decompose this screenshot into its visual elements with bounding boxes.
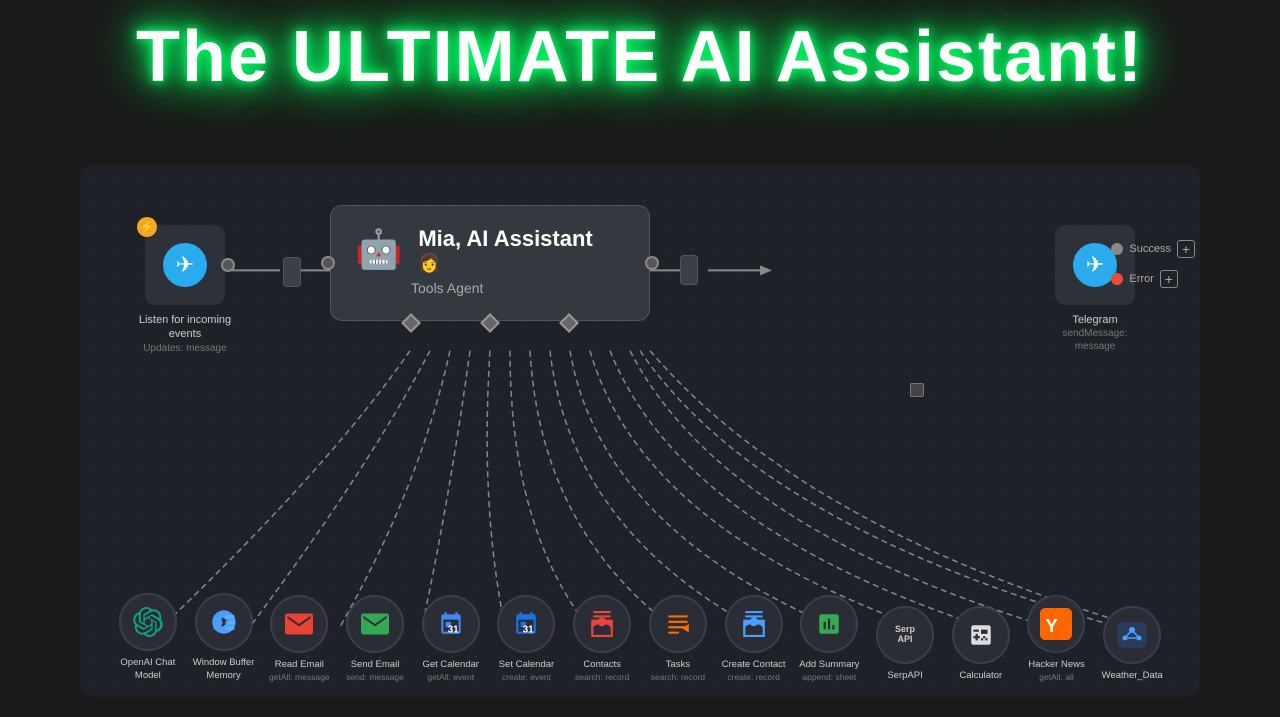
set-calendar-sublabel: create: event: [502, 672, 551, 682]
diamond-2: [480, 313, 500, 333]
calculator-label: Calculator: [959, 670, 1002, 682]
small-square: [910, 383, 924, 397]
page-title: The ULTIMATE AI Assistant!: [0, 18, 1280, 97]
svg-text:31: 31: [523, 625, 534, 636]
tasks-label: Tasks: [666, 659, 690, 671]
error-dot: [1111, 273, 1123, 285]
read-email-label: Read Email: [275, 659, 324, 671]
telegram-send-box: ✈ Success + Error +: [1055, 225, 1135, 305]
connector-box-2: [680, 255, 698, 285]
get-calendar-label: Get Calendar: [422, 659, 479, 671]
tool-read-email: Read Email getAll: message: [261, 595, 337, 682]
send-email-label: Send Email: [351, 659, 400, 671]
tool-nodes-row: OpenAI ChatModel Window BufferMemory Rea…: [110, 593, 1170, 682]
hacker-news-sublabel: getAll: all: [1039, 672, 1074, 682]
title-area: The ULTIMATE AI Assistant!: [0, 0, 1280, 107]
set-calendar-icon-circle: 31: [497, 595, 555, 653]
tool-create-contact: Create Contact create: record: [716, 595, 792, 682]
send-email-icon-circle: [346, 595, 404, 653]
error-row: Error +: [1111, 270, 1195, 288]
create-contact-sublabel: create: record: [727, 672, 779, 682]
telegram-listen-box: ⚡ ✈: [145, 225, 225, 305]
output-connectors: Success + Error +: [1111, 240, 1195, 288]
contacts-label: Contacts: [583, 659, 621, 671]
tool-window-buffer: Window BufferMemory: [186, 593, 262, 682]
read-email-icon-circle: [270, 595, 328, 653]
window-buffer-label: Window BufferMemory: [193, 657, 255, 682]
workflow-canvas: ⚡ ✈ Listen for incoming events Updates: …: [80, 165, 1200, 697]
weather-label: Weather_Data: [1102, 670, 1163, 682]
tool-get-calendar: 31 Get Calendar getAll: event: [413, 595, 489, 682]
tool-serpapi: SerpAPI SerpAPI: [867, 606, 943, 682]
listen-connector-right: [221, 258, 235, 272]
ai-agent-avatar: 👩: [418, 252, 440, 274]
telegram-send-icon: ✈: [1073, 243, 1117, 287]
read-email-sublabel: getAll: message: [269, 672, 329, 682]
tool-send-email: Send Email send: message: [337, 595, 413, 682]
openai-icon-circle: [119, 593, 177, 651]
success-dot: [1111, 243, 1123, 255]
telegram-listen-label: Listen for incoming events Updates: mess…: [135, 313, 235, 355]
ai-agent-subtitle: Tools Agent: [355, 280, 625, 296]
ai-agent-box: 🤖 Mia, AI Assistant 👩 Tools Agent: [330, 205, 650, 321]
calculator-icon-circle: [952, 606, 1010, 664]
svg-text:Y: Y: [1046, 615, 1059, 636]
add-summary-label: Add Summary: [799, 659, 859, 671]
connector-box-1: [283, 257, 301, 287]
tool-set-calendar: 31 Set Calendar create: event: [489, 595, 565, 682]
agent-connector-left: [321, 256, 335, 270]
hacker-news-label: Hacker News: [1028, 659, 1085, 671]
telegram-send-node: ✈ Success + Error + Telegram sendMessage…: [1045, 225, 1145, 353]
tool-calculator: Calculator: [943, 606, 1019, 682]
serpapi-label: SerpAPI: [887, 670, 922, 682]
set-calendar-label: Set Calendar: [499, 659, 554, 671]
telegram-send-label: Telegram sendMessage: message: [1045, 313, 1145, 353]
tool-openai: OpenAI ChatModel: [110, 593, 186, 682]
svg-text:31: 31: [447, 625, 458, 636]
tasks-icon-circle: [649, 595, 707, 653]
agent-connector-right: [645, 256, 659, 270]
telegram-listen-node: ⚡ ✈ Listen for incoming events Updates: …: [135, 225, 235, 355]
ai-agent-node: 🤖 Mia, AI Assistant 👩 Tools Agent: [330, 205, 650, 321]
window-buffer-icon-circle: [195, 593, 253, 651]
error-plus-btn[interactable]: +: [1160, 270, 1178, 288]
agent-bottom-connectors: [331, 316, 649, 330]
add-summary-sublabel: append: sheet: [802, 672, 856, 682]
get-calendar-sublabel: getAll: event: [427, 672, 474, 682]
contacts-sublabel: search: record: [575, 672, 629, 682]
tool-contacts: Contacts search: record: [564, 595, 640, 682]
add-summary-icon-circle: [800, 595, 858, 653]
tool-tasks: Tasks search: record: [640, 595, 716, 682]
telegram-listen-icon: ✈: [163, 243, 207, 287]
lightning-badge: ⚡: [137, 217, 157, 237]
tool-weather: Weather_Data: [1094, 606, 1170, 682]
send-email-sublabel: send: message: [346, 672, 404, 682]
success-row: Success +: [1111, 240, 1195, 258]
tool-add-summary: Add Summary append: sheet: [791, 595, 867, 682]
tasks-sublabel: search: record: [651, 672, 705, 682]
ai-agent-title: Mia, AI Assistant: [418, 226, 592, 252]
get-calendar-icon-circle: 31: [422, 595, 480, 653]
openai-label: OpenAI ChatModel: [120, 657, 175, 682]
robot-icon: 🤖: [355, 228, 402, 272]
weather-icon-circle: [1103, 606, 1161, 664]
ai-agent-header: 🤖 Mia, AI Assistant 👩: [355, 226, 625, 274]
tool-hacker-news: Y Hacker News getAll: all: [1019, 595, 1095, 682]
create-contact-label: Create Contact: [722, 659, 786, 671]
serpapi-icon-circle: SerpAPI: [876, 606, 934, 664]
diamond-1: [401, 313, 421, 333]
contacts-icon-circle: [573, 595, 631, 653]
success-plus-btn[interactable]: +: [1177, 240, 1195, 258]
diamond-3: [559, 313, 579, 333]
create-contact-icon-circle: [725, 595, 783, 653]
hacker-news-icon-circle: Y: [1027, 595, 1085, 653]
